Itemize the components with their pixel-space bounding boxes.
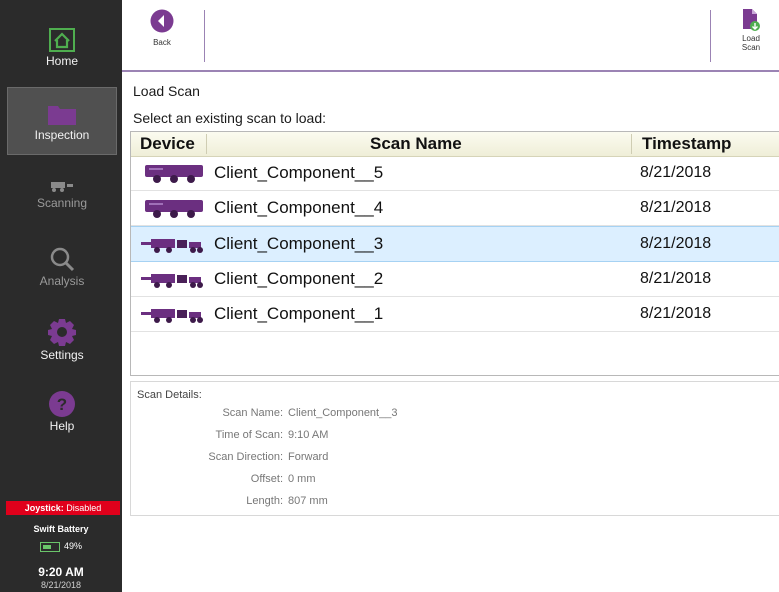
crawler-small-icon (141, 274, 203, 288)
battery-status: 49% (0, 541, 122, 552)
back-arrow-icon (150, 9, 174, 33)
detail-offset: Offset: 0 mm (131, 473, 511, 485)
detail-scan-direction: Scan Direction: Forward (131, 451, 511, 463)
detail-scan-name: Scan Name: Client_Component__3 (131, 407, 511, 419)
scan-name-cell: Client_Component__4 (214, 198, 384, 217)
detail-key: Length: (246, 495, 283, 507)
scan-name-cell: Client_Component__1 (214, 304, 384, 323)
scan-details-title: Scan Details: (137, 389, 202, 401)
sidebar-item-settings[interactable]: Settings (7, 318, 117, 364)
table-header: Device Scan Name Timestamp (131, 132, 779, 157)
sidebar-item-inspection[interactable]: Inspection (7, 87, 117, 155)
help-icon: ? (49, 391, 75, 417)
detail-value: 807 mm (288, 495, 328, 507)
detail-key: Time of Scan: (215, 429, 283, 441)
table-row[interactable]: Client_Component__1 8/21/2018 (131, 297, 779, 332)
detail-time-of-scan: Time of Scan: 9:10 AM (131, 429, 511, 441)
battery-percent: 49% (63, 541, 82, 551)
sidebar-item-home[interactable]: Home (7, 28, 117, 74)
scan-table: Device Scan Name Timestamp Client_Compon… (130, 131, 779, 376)
detail-value: 9:10 AM (288, 429, 329, 441)
timestamp-cell: 8/21/2018 (640, 164, 712, 181)
folder-icon (48, 106, 76, 125)
crawler-large-icon (145, 200, 203, 218)
load-label: Load (742, 34, 760, 43)
toolbar: Back Load Scan (122, 0, 779, 72)
joystick-label: Joystick: (24, 503, 64, 513)
scan-name-cell: Client_Component__2 (214, 269, 384, 288)
detail-key: Offset: (250, 473, 283, 485)
scanner-icon (51, 182, 73, 192)
load-scan-button[interactable]: Load Scan (731, 8, 771, 52)
crawler-large-icon (145, 165, 203, 183)
back-label: Back (153, 38, 171, 47)
sidebar-item-analysis[interactable]: Analysis (7, 246, 117, 292)
sidebar-item-label: Scanning (36, 196, 88, 210)
back-button[interactable]: Back (144, 9, 180, 47)
page-title: Load Scan (133, 83, 200, 99)
sidebar-item-label: Home (45, 54, 78, 68)
header-timestamp[interactable]: Timestamp (642, 132, 731, 156)
scan-name-cell: Client_Component__5 (214, 163, 384, 182)
table-row[interactable]: Client_Component__5 8/21/2018 (131, 156, 779, 191)
crawler-small-icon (141, 239, 203, 253)
sidebar-item-label: Inspection (34, 128, 90, 142)
timestamp-cell: 8/21/2018 (640, 305, 712, 322)
gear-icon (48, 319, 76, 346)
sidebar-item-label: Analysis (39, 274, 85, 288)
sidebar-item-label: Settings (40, 348, 84, 362)
table-row[interactable]: Client_Component__4 8/21/2018 (131, 191, 779, 226)
table-row[interactable]: Client_Component__2 8/21/2018 (131, 262, 779, 297)
timestamp-cell: 8/21/2018 (640, 199, 712, 216)
battery-icon (39, 541, 60, 552)
home-icon (49, 28, 75, 52)
detail-value: Forward (288, 451, 329, 463)
scan-label: Scan (741, 43, 761, 52)
sidebar-item-scanning[interactable]: Scanning (7, 178, 117, 222)
header-device[interactable]: Device (140, 132, 195, 156)
header-separator (631, 134, 632, 154)
header-scan-name[interactable]: Scan Name (370, 132, 462, 156)
detail-key: Scan Direction: (208, 451, 283, 463)
toolbar-separator (710, 10, 711, 62)
joystick-value: Disabled (66, 503, 102, 513)
page-subtitle: Select an existing scan to load: (133, 110, 327, 126)
toolbar-separator (204, 10, 205, 62)
battery-title: Swift Battery (33, 524, 89, 534)
scan-name-cell: Client_Component__3 (214, 234, 384, 253)
timestamp-cell: 8/21/2018 (640, 270, 712, 287)
sidebar-item-label: Help (49, 419, 75, 433)
scan-details-panel: Scan Details: Scan Name: Client_Component… (130, 381, 779, 516)
sidebar: Home Inspection Scanning Analysis Settin… (0, 0, 122, 592)
header-separator (206, 134, 207, 154)
magnifier-icon (50, 247, 75, 272)
detail-length: Length: 807 mm (131, 495, 511, 507)
detail-key: Scan Name: (222, 407, 283, 419)
clock-time: 9:20 AM (38, 565, 84, 579)
sidebar-item-help[interactable]: ? Help (7, 391, 117, 437)
detail-value: 0 mm (288, 473, 316, 485)
joystick-status: Joystick: Disabled (6, 501, 120, 515)
svg-text:?: ? (57, 395, 67, 414)
clock-date: 8/21/2018 (40, 580, 82, 590)
table-row-selected[interactable]: Client_Component__3 8/21/2018 (131, 226, 779, 262)
timestamp-cell: 8/21/2018 (640, 235, 712, 252)
crawler-small-icon (141, 309, 203, 323)
load-file-icon (743, 9, 760, 31)
detail-value: Client_Component__3 (288, 407, 398, 419)
